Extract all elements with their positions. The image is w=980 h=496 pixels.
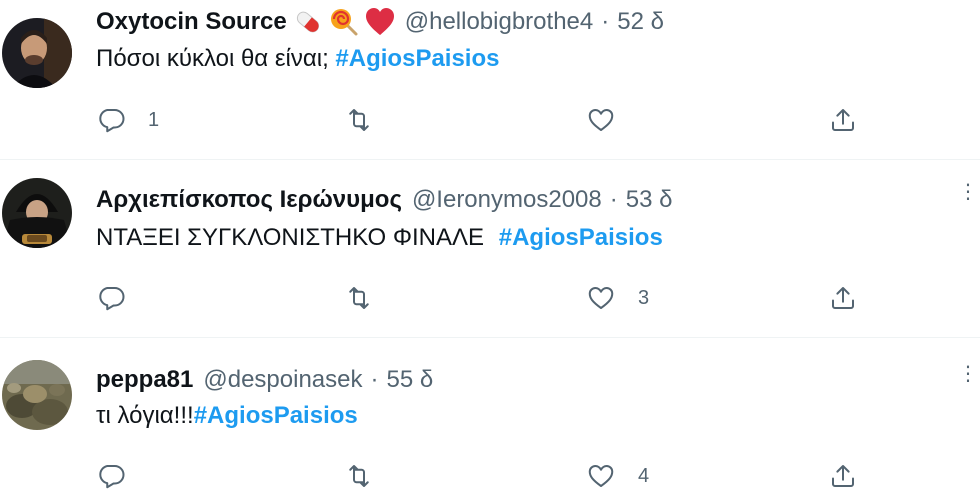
share-button[interactable] [828, 456, 858, 496]
share-icon [828, 461, 858, 491]
hashtag-link[interactable]: #AgiosPaisios [499, 224, 663, 251]
tweet-actions: 3 [0, 278, 980, 318]
reply-icon [96, 105, 126, 135]
separator: · [601, 8, 610, 35]
like-button[interactable]: 3 [586, 278, 649, 318]
display-name[interactable]: peppa81 [96, 366, 193, 394]
display-name[interactable]: Αρχιεπίσκοπος Ιερώνυμος [96, 186, 402, 214]
tweet-header: Oxytocin Source @hellobigbrothe4 · 52 δ [96, 2, 664, 42]
tweet-header: peppa81 @despoinasek · 55 δ [96, 360, 433, 400]
like-icon [586, 105, 616, 135]
like-icon [586, 461, 616, 491]
reply-button[interactable]: 1 [96, 100, 159, 140]
tweet-text: τι λόγια!!!#AgiosPaisios [96, 402, 358, 430]
like-icon [586, 283, 616, 313]
retweet-icon [344, 105, 374, 135]
like-count: 3 [638, 286, 650, 309]
tweet-actions: 4 [0, 456, 980, 496]
timestamp[interactable]: 53 δ [626, 186, 673, 214]
reply-icon [96, 283, 126, 313]
tweet[interactable]: Oxytocin Source @hellobigbrothe4 · 52 δ … [0, 0, 980, 160]
display-name[interactable]: Oxytocin Source [96, 8, 287, 36]
retweet-button[interactable] [344, 278, 396, 318]
tweet-feed: Oxytocin Source @hellobigbrothe4 · 52 δ … [0, 0, 980, 496]
retweet-icon [344, 283, 374, 313]
red-heart-emoji [365, 8, 395, 36]
share-icon [828, 283, 858, 313]
reply-button[interactable] [96, 456, 148, 496]
separator: · [370, 366, 379, 393]
like-count: 4 [638, 464, 650, 487]
tweet-actions: 1 [0, 100, 980, 140]
tweet[interactable]: peppa81 @despoinasek · 55 δ ⋮ τι λόγια!!… [0, 338, 980, 496]
avatar[interactable] [2, 178, 72, 248]
timestamp[interactable]: 55 δ [387, 366, 434, 394]
lollipop-emoji [329, 7, 359, 37]
tweet-body: Πόσοι κύκλοι θα είναι; [96, 45, 329, 72]
like-button[interactable]: 4 [586, 456, 649, 496]
reply-icon [96, 461, 126, 491]
hashtag-link[interactable]: #AgiosPaisios [335, 45, 499, 72]
like-button[interactable] [586, 100, 638, 140]
reply-button[interactable] [96, 278, 148, 318]
tweet-header: Αρχιεπίσκοπος Ιερώνυμος @Ieronymos2008 ·… [96, 180, 672, 220]
tweet-text: Πόσοι κύκλοι θα είναι; #AgiosPaisios [96, 45, 499, 73]
share-icon [828, 105, 858, 135]
avatar[interactable] [2, 18, 72, 88]
more-icon[interactable]: ⋮ [958, 364, 978, 384]
tweet-body: τι λόγια!!! [96, 402, 194, 429]
retweet-icon [344, 461, 374, 491]
handle[interactable]: @Ieronymos2008 [412, 186, 602, 214]
tweet-text: ΝΤΑΞΕΙ ΣΥΓΚΛΟΝΙΣΤΗΚΟ ΦΙΝΑΛΕ #AgiosPaisio… [96, 224, 663, 252]
hashtag-link[interactable]: #AgiosPaisios [194, 402, 358, 429]
handle[interactable]: @despoinasek [203, 366, 362, 394]
avatar[interactable] [2, 360, 72, 430]
more-icon[interactable]: ⋮ [958, 182, 978, 202]
timestamp[interactable]: 52 δ [617, 8, 664, 36]
handle[interactable]: @hellobigbrothe4 [405, 8, 594, 36]
retweet-button[interactable] [344, 456, 396, 496]
pill-emoji [293, 7, 323, 37]
share-button[interactable] [828, 100, 858, 140]
tweet-body: ΝΤΑΞΕΙ ΣΥΓΚΛΟΝΙΣΤΗΚΟ ΦΙΝΑΛΕ [96, 224, 485, 251]
share-button[interactable] [828, 278, 858, 318]
retweet-button[interactable] [344, 100, 396, 140]
reply-count: 1 [148, 108, 160, 131]
tweet[interactable]: Αρχιεπίσκοπος Ιερώνυμος @Ieronymos2008 ·… [0, 160, 980, 338]
separator: · [609, 186, 618, 213]
